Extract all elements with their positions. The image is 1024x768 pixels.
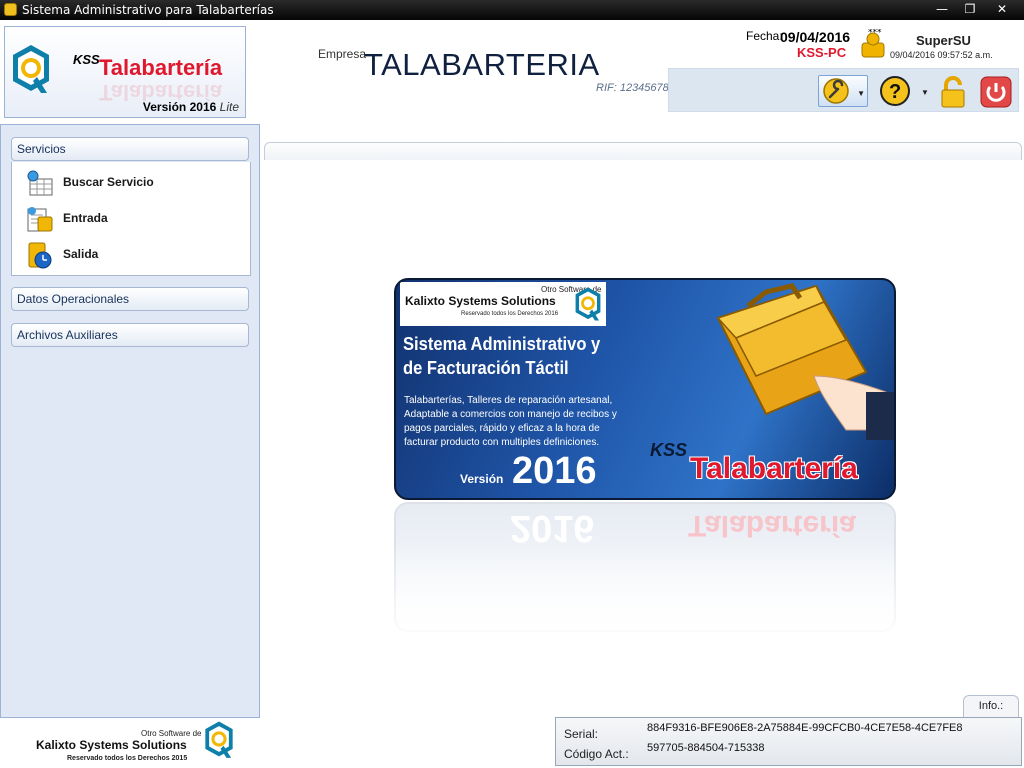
vendor-name: Kalixto Systems Solutions xyxy=(36,738,187,752)
vendor-small: Otro Software de xyxy=(141,729,202,738)
banner-brand: Talabartería xyxy=(690,452,858,485)
document-tab-strip xyxy=(264,142,1022,160)
login-time: 09/04/2016 09:57:52 a.m. xyxy=(890,50,993,60)
activation-code-value: 597705-884504-715338 xyxy=(647,742,765,754)
briefcase-icon xyxy=(716,283,894,440)
nav-salida[interactable]: Salida xyxy=(22,239,242,269)
restore-button[interactable]: ❐ xyxy=(956,0,984,19)
kalixto-logo-icon xyxy=(575,287,601,321)
serial-label: Serial: xyxy=(564,727,599,741)
svg-text:?: ? xyxy=(889,81,901,103)
reflection-brand: Talabartería xyxy=(688,509,856,542)
kalixto-logo-icon xyxy=(205,721,233,758)
logo-kss: KSS xyxy=(73,52,100,67)
toolbar: ▼ ? ▼ xyxy=(668,68,1019,112)
close-button[interactable]: ✕ xyxy=(984,0,1020,19)
tools-dropdown-icon: ▼ xyxy=(857,89,865,98)
banner-version-year: 2016 xyxy=(512,450,597,492)
group-datos-operacionales[interactable]: Datos Operacionales xyxy=(11,287,249,311)
tools-button[interactable]: ▼ xyxy=(818,75,868,107)
minimize-button[interactable]: — xyxy=(928,0,956,19)
user-name: SuperSU xyxy=(916,33,971,48)
entry-icon xyxy=(27,207,53,232)
sidebar: Servicios Buscar Servicio Entrada Salida… xyxy=(0,124,260,718)
servicios-panel: Buscar Servicio Entrada Salida xyxy=(11,162,251,276)
nav-label: Entrada xyxy=(63,211,108,225)
version-number: Versión 2016 xyxy=(142,100,217,114)
nav-label: Salida xyxy=(63,247,99,261)
wrench-icon xyxy=(823,78,849,104)
reflection-year: 2016 xyxy=(510,507,595,549)
vendor-footer: Otro Software de Kalixto Systems Solutio… xyxy=(0,718,260,768)
splash-banner: Otro Software de Kalixto Systems Solutio… xyxy=(394,278,896,500)
serial-value: 884F9316-BFE906E8-2A75884E-99CFCB0-4CE7E… xyxy=(647,722,963,734)
lock-icon xyxy=(941,76,965,108)
banner-vendor-box: Otro Software de Kalixto Systems Solutio… xyxy=(400,282,606,326)
group-archivos-auxiliares[interactable]: Archivos Auxiliares xyxy=(11,323,249,347)
banner-version-label: Versión xyxy=(460,472,504,486)
main-area: Otro Software de Kalixto Systems Solutio… xyxy=(262,124,1024,768)
minimize-icon: — xyxy=(936,2,948,16)
product-logo: KSS Talabartería Talabartería Versión 20… xyxy=(4,26,246,118)
empresa-label: Empresa xyxy=(318,47,367,61)
banner-description: Talabarterías, Talleres de reparación ar… xyxy=(404,395,617,448)
user-badge: *** xyxy=(868,29,882,38)
date-value: 09/04/2016 xyxy=(780,29,851,45)
banner-reserved: Reservado todos los Derechos 2016 xyxy=(461,311,559,317)
search-service-icon xyxy=(27,170,53,196)
help-button[interactable]: ? xyxy=(879,75,915,107)
activation-code-label: Código Act.: xyxy=(564,747,629,761)
logo-version: Versión 2016 Lite xyxy=(143,100,239,114)
exit-icon xyxy=(28,242,52,269)
banner-kss: KSS xyxy=(650,440,688,460)
title-bar: Sistema Administrativo para Talabartería… xyxy=(0,0,1024,20)
window-title: Sistema Administrativo para Talabartería… xyxy=(22,3,274,17)
info-tab[interactable]: Info.: xyxy=(963,695,1019,717)
kalixto-logo-icon xyxy=(13,45,49,93)
app-icon xyxy=(4,3,17,16)
banner-headline: Sistema Administrativo y de Facturación … xyxy=(403,334,601,378)
rif-label: RIF: 12345678 xyxy=(596,82,669,94)
help-dropdown-icon[interactable]: ▼ xyxy=(921,88,929,97)
close-icon: ✕ xyxy=(996,2,1008,16)
app-window: Sistema Administrativo para Talabartería… xyxy=(0,0,1024,768)
logo-brand: Talabartería xyxy=(99,55,223,80)
exit-app-button[interactable] xyxy=(979,75,1015,108)
restore-icon: ❐ xyxy=(964,2,976,16)
help-icon: ? xyxy=(880,76,910,106)
lock-button[interactable] xyxy=(937,75,973,108)
pc-name: KSS-PC xyxy=(797,45,847,60)
user-icon: *** xyxy=(861,29,885,58)
version-edition: Lite xyxy=(219,100,239,114)
nav-label: Buscar Servicio xyxy=(63,175,154,189)
power-icon xyxy=(980,76,1012,108)
date-label: Fecha: xyxy=(746,29,783,43)
company-name: TALABARTERIA xyxy=(364,47,600,82)
reflection-fade xyxy=(394,544,896,644)
nav-buscar-servicio[interactable]: Buscar Servicio xyxy=(22,167,242,197)
vendor-rights: Reservado todos los Derechos 2015 xyxy=(67,755,188,762)
license-info-panel: Serial: 884F9316-BFE906E8-2A75884E-99CFC… xyxy=(555,717,1022,766)
nav-entrada[interactable]: Entrada xyxy=(22,203,242,233)
header: KSS Talabartería Talabartería Versión 20… xyxy=(0,20,1024,122)
banner-company: Kalixto Systems Solutions xyxy=(405,294,556,308)
group-servicios[interactable]: Servicios xyxy=(11,137,249,161)
